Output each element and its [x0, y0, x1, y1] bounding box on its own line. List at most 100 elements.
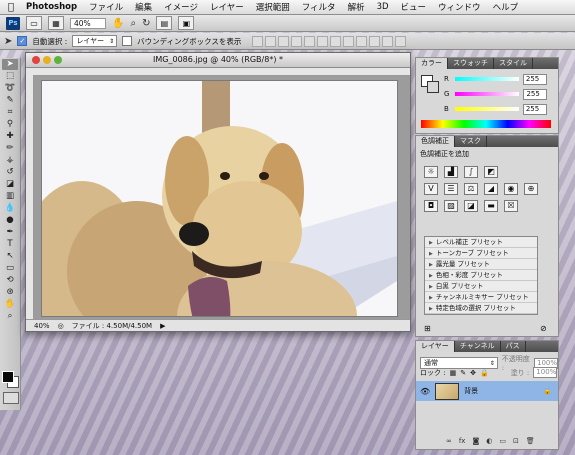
auto-select-checkbox[interactable]: ✓: [17, 36, 28, 46]
green-slider[interactable]: [455, 92, 520, 96]
arrange-documents-icon[interactable]: ▤: [156, 16, 173, 30]
layer-row-background[interactable]: 👁 背景 🔒: [416, 381, 558, 401]
curves-icon[interactable]: ∫: [464, 166, 478, 178]
history-brush-tool-icon[interactable]: ↺: [2, 167, 18, 178]
3d-orbit-tool-icon[interactable]: ⊛: [2, 287, 18, 298]
healing-brush-tool-icon[interactable]: ✚: [2, 131, 18, 142]
zoom-level-field[interactable]: 40%: [70, 17, 106, 29]
menu-edit[interactable]: 編集: [129, 1, 158, 13]
show-bounding-box-checkbox[interactable]: [122, 36, 133, 46]
align-left-icon[interactable]: [291, 35, 303, 47]
minimize-window-icon[interactable]: [43, 56, 51, 64]
lock-image-icon[interactable]: ✎: [460, 369, 466, 377]
color-spectrum-ramp[interactable]: [421, 120, 551, 128]
menu-layer[interactable]: レイヤー: [204, 1, 250, 13]
lock-transparency-icon[interactable]: ▦: [450, 369, 457, 377]
menu-help[interactable]: ヘルプ: [487, 1, 525, 13]
preset-black-white[interactable]: 白黒 プリセット: [425, 281, 537, 292]
lock-all-icon[interactable]: 🔒: [480, 369, 489, 377]
preset-levels[interactable]: レベル補正 プリセット: [425, 237, 537, 248]
link-layers-icon[interactable]: ∞: [446, 437, 452, 445]
rotate-view-icon[interactable]: ↻: [142, 18, 150, 29]
invert-icon[interactable]: ◘: [424, 200, 438, 212]
apple-menu-icon[interactable]: : [0, 2, 20, 13]
new-group-icon[interactable]: ▭: [499, 437, 506, 445]
menu-window[interactable]: ウィンドウ: [432, 1, 487, 13]
document-title-bar[interactable]: IMG_0086.jpg @ 40% (RGB/8*) *: [26, 53, 410, 68]
tab-swatches[interactable]: スウォッチ: [448, 58, 494, 69]
distribute-left-icon[interactable]: [369, 35, 381, 47]
lasso-tool-icon[interactable]: ➰: [2, 83, 18, 94]
status-zoom[interactable]: 40%: [34, 322, 50, 330]
photo-filter-icon[interactable]: ◉: [504, 183, 518, 195]
tab-masks[interactable]: マスク: [455, 136, 487, 147]
blur-tool-icon[interactable]: 💧: [2, 203, 18, 214]
gradient-map-icon[interactable]: ▬: [484, 200, 498, 212]
green-value-field[interactable]: 255: [523, 88, 548, 100]
distribute-vcenter-icon[interactable]: [343, 35, 355, 47]
layer-style-icon[interactable]: fx: [459, 437, 466, 445]
tab-layers[interactable]: レイヤー: [416, 341, 455, 352]
vertical-ruler[interactable]: [26, 75, 34, 319]
quick-mask-icon[interactable]: [3, 392, 19, 404]
path-selection-tool-icon[interactable]: ↖: [2, 251, 18, 262]
bridge-icon[interactable]: ▭: [26, 16, 42, 30]
preset-curves[interactable]: トーンカーブ プリセット: [425, 248, 537, 259]
layer-name[interactable]: 背景: [464, 386, 478, 396]
shape-tool-icon[interactable]: ▭: [2, 263, 18, 274]
channel-mixer-icon[interactable]: ⊕: [524, 183, 538, 195]
blue-slider[interactable]: [454, 107, 519, 111]
horizontal-ruler[interactable]: [26, 68, 410, 76]
tab-styles[interactable]: スタイル: [494, 58, 533, 69]
quick-selection-tool-icon[interactable]: ✎: [2, 95, 18, 106]
panel-background-swatch[interactable]: [427, 81, 439, 93]
canvas-image[interactable]: [42, 81, 397, 316]
distribute-right-icon[interactable]: [395, 35, 407, 47]
new-layer-icon[interactable]: ⊡: [513, 437, 519, 445]
eraser-tool-icon[interactable]: ◪: [2, 179, 18, 190]
gradient-tool-icon[interactable]: ▥: [2, 191, 18, 202]
brush-tool-icon[interactable]: ✏: [2, 143, 18, 154]
tab-color[interactable]: カラー: [416, 58, 448, 69]
status-arrow-icon[interactable]: ▶: [160, 322, 165, 330]
photoshop-logo-icon[interactable]: Ps: [6, 16, 20, 30]
adjustments-panel-menu-icon[interactable]: ⊞: [424, 324, 431, 333]
lock-position-icon[interactable]: ✥: [470, 369, 476, 377]
adjustments-clip-icon[interactable]: ⊘: [540, 324, 547, 333]
crop-tool-icon[interactable]: ⌗: [2, 107, 18, 118]
preset-selective-color[interactable]: 特定色域の選択 プリセット: [425, 303, 537, 314]
levels-icon[interactable]: ▟: [444, 166, 458, 178]
menu-file[interactable]: ファイル: [83, 1, 129, 13]
tab-paths[interactable]: パス: [501, 341, 526, 352]
red-slider[interactable]: [454, 77, 519, 81]
close-window-icon[interactable]: [32, 56, 40, 64]
distribute-top-icon[interactable]: [330, 35, 342, 47]
tab-adjustments[interactable]: 色調補正: [416, 136, 455, 147]
tab-channels[interactable]: チャンネル: [455, 341, 501, 352]
align-hcenter-icon[interactable]: [304, 35, 316, 47]
zoom-tool-box-icon[interactable]: ⌕: [2, 311, 18, 322]
3d-rotate-tool-icon[interactable]: ⟲: [2, 275, 18, 286]
view-extras-icon[interactable]: ▦: [48, 16, 64, 30]
align-right-icon[interactable]: [317, 35, 329, 47]
menu-3d[interactable]: 3D: [371, 2, 395, 12]
zoom-window-icon[interactable]: [54, 56, 62, 64]
add-mask-icon[interactable]: ◙: [472, 437, 479, 445]
distribute-bottom-icon[interactable]: [356, 35, 368, 47]
posterize-icon[interactable]: ▨: [444, 200, 458, 212]
preset-exposure[interactable]: 露光量 プリセット: [425, 259, 537, 270]
brightness-contrast-icon[interactable]: ☼: [424, 166, 438, 178]
align-vcenter-icon[interactable]: [265, 35, 277, 47]
move-tool-preset-icon[interactable]: ➤: [4, 36, 12, 47]
preset-hue-saturation[interactable]: 色相・彩度 プリセット: [425, 270, 537, 281]
clone-stamp-tool-icon[interactable]: ⚶: [2, 155, 18, 166]
pen-tool-icon[interactable]: ✒: [2, 227, 18, 238]
status-doc-info-icon[interactable]: ◎: [58, 322, 64, 330]
menu-image[interactable]: イメージ: [158, 1, 204, 13]
threshold-icon[interactable]: ◪: [464, 200, 478, 212]
new-adjustment-layer-icon[interactable]: ◐: [486, 437, 492, 445]
hand-tool-icon[interactable]: ✋: [112, 18, 124, 29]
align-top-icon[interactable]: [252, 35, 264, 47]
hand-tool-box-icon[interactable]: ✋: [2, 299, 18, 310]
red-value-field[interactable]: 255: [522, 73, 547, 85]
